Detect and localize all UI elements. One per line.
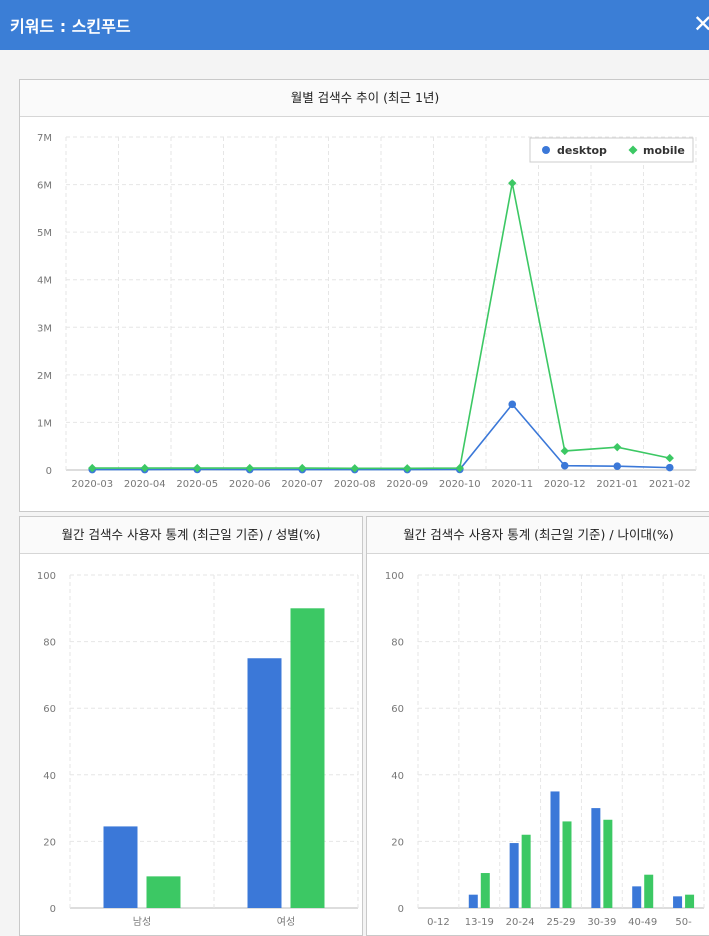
y-tick-label: 2M (37, 371, 52, 382)
bar-desktop (468, 894, 478, 908)
close-icon[interactable]: ✕ (693, 10, 709, 38)
x-tick-label: 2020-08 (334, 479, 376, 490)
monthly-trend-chart: 0 1M 2M 3M 4M 5M 6M 7M 2020-03 2020-04 2020-05 2020… (37, 133, 697, 490)
monthly-trend-panel: 월별 검색수 추이 (최근 1년) 0 1M 2M 3M 4M 5M 6M 7M 2020-03… (19, 79, 709, 512)
gender-panel: 월간 검색수 사용자 통계 (최근일 기준) / 성별(%) 0 20 40 60 80… (19, 516, 363, 936)
data-point-mobile (665, 453, 674, 463)
x-tick-label: 50- (675, 917, 692, 928)
gender-chart: 0 20 40 60 80 100 남성 여성 (37, 571, 359, 928)
x-tick-label: 2021-01 (596, 479, 638, 490)
y-tick-label: 80 (391, 638, 404, 649)
x-tick-label: 30-39 (587, 917, 616, 928)
x-tick-label: 2020-06 (229, 479, 271, 490)
legend-label-desktop: desktop (557, 144, 607, 157)
y-tick-label: 40 (391, 771, 404, 782)
y-tick-label: 0 (50, 904, 56, 915)
bar-desktop (591, 808, 601, 908)
y-tick-label: 3M (37, 323, 52, 334)
header-bar: 키워드 : 스킨푸드 ✕ (0, 0, 709, 50)
bar-desktop (673, 896, 683, 908)
bar-mobile (146, 876, 181, 908)
gender-title: 월간 검색수 사용자 통계 (최근일 기준) / 성별(%) (20, 517, 362, 554)
y-tick-label: 80 (43, 638, 56, 649)
bar-mobile (480, 873, 490, 908)
y-tick-label: 0 (46, 466, 52, 477)
x-tick-label: 2020-04 (124, 479, 166, 490)
bar-mobile (603, 819, 613, 908)
bar-desktop (550, 791, 560, 908)
x-tick-label: 2021-02 (649, 479, 691, 490)
x-tick-label: 2020-12 (544, 479, 586, 490)
bar-mobile (521, 834, 531, 908)
legend-label-mobile: mobile (643, 144, 685, 157)
x-tick-label: 2020-07 (281, 479, 323, 490)
x-tick-label: 2020-05 (176, 479, 218, 490)
y-tick-label: 60 (391, 704, 404, 715)
data-point-desktop (613, 462, 622, 470)
y-tick-label: 20 (43, 837, 56, 848)
bar-desktop (247, 658, 282, 908)
y-tick-label: 60 (43, 704, 56, 715)
x-tick-label: 13-19 (465, 917, 494, 928)
page-title: 키워드 : 스킨푸드 (10, 17, 131, 36)
bar-desktop (632, 886, 642, 908)
y-tick-label: 40 (43, 771, 56, 782)
data-point-mobile (508, 178, 517, 188)
x-tick-label: 여성 (277, 916, 295, 928)
y-tick-label: 5M (37, 228, 52, 239)
age-chart: 0 20 40 60 80 100 0-12 13-19 20-24 25-29 30-39 40-4… (385, 571, 705, 928)
data-point-mobile (560, 446, 569, 456)
data-point-desktop (508, 400, 517, 409)
data-point-mobile (613, 442, 622, 452)
x-tick-label: 2020-11 (491, 479, 533, 490)
y-tick-label: 20 (391, 837, 404, 848)
x-tick-label: 2020-10 (439, 479, 481, 490)
x-tick-label: 2020-09 (386, 479, 428, 490)
y-tick-label: 7M (37, 133, 52, 144)
bar-mobile (562, 821, 572, 908)
y-tick-label: 4M (37, 276, 52, 287)
y-tick-label: 100 (37, 571, 56, 582)
bar-mobile (685, 894, 695, 908)
data-point-desktop (665, 463, 674, 472)
data-point-desktop (560, 461, 569, 470)
x-tick-label: 20-24 (506, 917, 535, 928)
y-tick-label: 100 (385, 571, 404, 582)
bar-desktop (103, 826, 138, 908)
x-tick-label: 25-29 (546, 917, 575, 928)
bar-mobile (290, 608, 325, 908)
monthly-trend-title: 월별 검색수 추이 (최근 1년) (20, 80, 709, 117)
y-tick-label: 0 (398, 904, 404, 915)
y-tick-label: 1M (37, 418, 52, 429)
x-tick-label: 2020-03 (71, 479, 113, 490)
bar-mobile (644, 874, 654, 908)
bar-desktop (509, 843, 519, 908)
x-tick-label: 0-12 (427, 917, 450, 928)
age-title: 월간 검색수 사용자 통계 (최근일 기준) / 나이대(%) (367, 517, 709, 554)
x-tick-label: 40-49 (628, 917, 657, 928)
legend-marker-desktop (542, 146, 550, 154)
x-tick-label: 남성 (133, 916, 151, 928)
age-panel: 월간 검색수 사용자 통계 (최근일 기준) / 나이대(%) 0 20 40 60 8… (366, 516, 709, 936)
y-tick-label: 6M (37, 181, 52, 192)
